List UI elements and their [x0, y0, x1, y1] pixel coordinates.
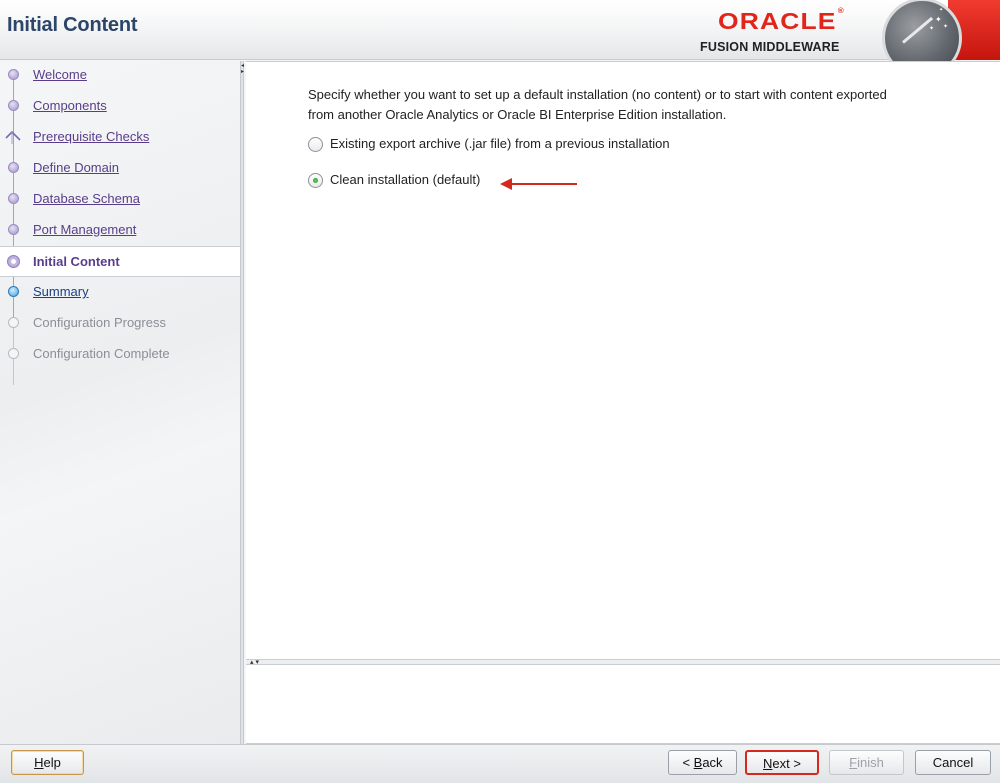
next-mnemonic: N: [763, 756, 773, 771]
finish-label: inish: [857, 755, 884, 770]
main-content-panel: Specify whether you want to set up a def…: [246, 61, 1000, 659]
back-button[interactable]: < Back: [668, 750, 737, 775]
oracle-logo-text: ORACLE: [718, 8, 837, 34]
step-done-icon: [8, 224, 19, 235]
button-bar: Help < Back Next > Finish Cancel: [0, 744, 1000, 783]
nav-step-label[interactable]: Database Schema: [33, 191, 140, 206]
wizard-step-nav: Welcome Components Prerequisite Checks D…: [0, 61, 240, 744]
next-label: ext >: [772, 756, 801, 771]
option-existing-archive[interactable]: Existing export archive (.jar file) from…: [308, 134, 808, 154]
finish-mnemonic: F: [849, 755, 858, 770]
oracle-logo: ORACLE®: [718, 8, 845, 35]
nav-step-database-schema[interactable]: Database Schema: [0, 184, 240, 215]
step-pending-icon: [8, 317, 19, 328]
nav-step-label[interactable]: Welcome: [33, 67, 87, 82]
nav-step-label[interactable]: Prerequisite Checks: [33, 129, 149, 144]
next-button[interactable]: Next >: [745, 750, 819, 775]
step-pending-icon: [8, 348, 19, 359]
radio-button-checked[interactable]: [308, 173, 323, 188]
step-next-icon: [8, 286, 19, 297]
step-done-icon: [8, 69, 19, 80]
help-button[interactable]: Help: [11, 750, 84, 775]
finish-button: Finish: [829, 750, 904, 775]
back-prefix: <: [682, 755, 694, 770]
registered-mark: ®: [837, 8, 845, 15]
page-title: Initial Content: [7, 14, 138, 36]
nav-step-label[interactable]: Define Domain: [33, 160, 119, 175]
step-done-icon: [8, 100, 19, 111]
nav-step-initial-content[interactable]: Initial Content: [0, 246, 240, 277]
nav-step-components[interactable]: Components: [0, 91, 240, 122]
description-line: Specify whether you want to set up a def…: [308, 87, 887, 102]
help-label: elp: [43, 755, 61, 770]
radio-label[interactable]: Clean installation (default): [330, 172, 480, 187]
nav-step-label: Initial Content: [33, 254, 120, 269]
message-pane: [246, 664, 1000, 744]
nav-step-prerequisite-checks[interactable]: Prerequisite Checks: [0, 122, 240, 153]
back-label: ack: [702, 755, 723, 770]
step-done-icon: [8, 193, 19, 204]
step-current-icon: [7, 255, 20, 268]
radio-button-unchecked[interactable]: [308, 137, 323, 152]
collapse-arrow-icon[interactable]: ◂ ▸: [241, 63, 244, 75]
nav-step-label: Configuration Progress: [33, 315, 166, 330]
nav-step-summary[interactable]: Summary: [0, 277, 240, 308]
nav-step-label: Configuration Complete: [33, 346, 170, 361]
nav-splitter[interactable]: [240, 61, 244, 744]
step-done-icon: [8, 162, 19, 173]
nav-step-port-management[interactable]: Port Management: [0, 215, 240, 246]
description-line: from another Oracle Analytics or Oracle …: [308, 107, 727, 122]
nav-step-label[interactable]: Components: [33, 98, 107, 113]
checkmark-icon: [5, 130, 21, 144]
description-text: Specify whether you want to set up a def…: [308, 85, 948, 125]
header: Initial Content ORACLE® FUSION MIDDLEWAR…: [0, 0, 1000, 78]
red-arrow-icon: [500, 178, 577, 190]
cancel-button[interactable]: Cancel: [915, 750, 991, 775]
nav-step-configuration-progress: Configuration Progress: [0, 308, 240, 339]
nav-step-welcome[interactable]: Welcome: [0, 60, 240, 91]
radio-label[interactable]: Existing export archive (.jar file) from…: [330, 136, 670, 151]
nav-step-define-domain[interactable]: Define Domain: [0, 153, 240, 184]
help-mnemonic: H: [34, 755, 44, 770]
nav-step-configuration-complete: Configuration Complete: [0, 339, 240, 370]
nav-step-label[interactable]: Summary: [33, 284, 89, 299]
nav-step-label[interactable]: Port Management: [33, 222, 136, 237]
fusion-middleware-logo-text: FUSION MIDDLEWARE: [700, 40, 840, 54]
